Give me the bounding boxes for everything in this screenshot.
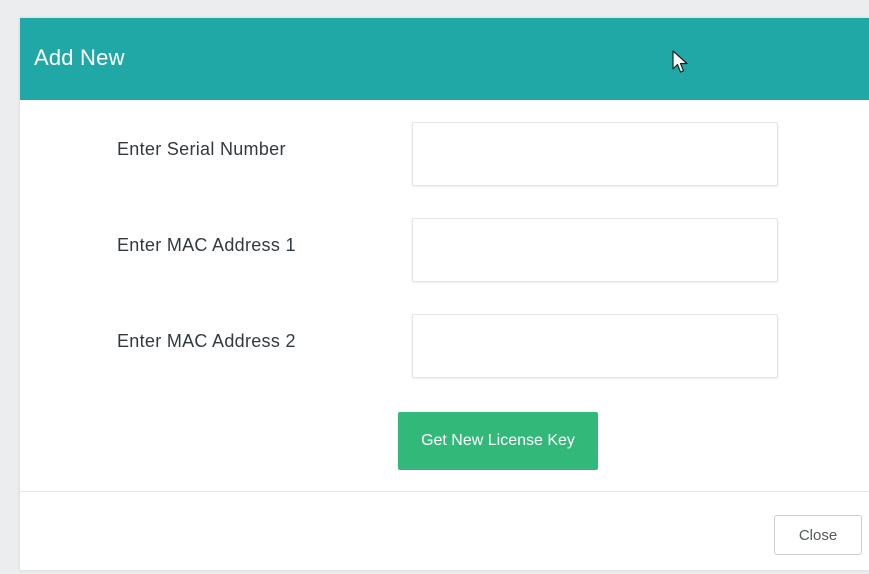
modal-title: Add New: [34, 45, 125, 70]
mac-address-2-input[interactable]: [412, 314, 778, 378]
mac-address-2-label: Enter MAC Address 2: [117, 331, 296, 351]
add-new-modal: Add New Enter Serial Number Enter MAC Ad…: [20, 18, 869, 570]
mouse-pointer-icon: [672, 50, 688, 73]
close-button[interactable]: Close: [774, 515, 862, 555]
modal-header: Add New: [20, 18, 869, 100]
get-new-license-key-button[interactable]: Get New License Key: [398, 412, 598, 470]
mac-address-1-label: Enter MAC Address 1: [117, 235, 296, 255]
footer-divider: [20, 491, 869, 492]
mac-address-1-input[interactable]: [412, 218, 778, 282]
serial-number-input[interactable]: [412, 122, 778, 186]
serial-number-label: Enter Serial Number: [117, 139, 286, 159]
